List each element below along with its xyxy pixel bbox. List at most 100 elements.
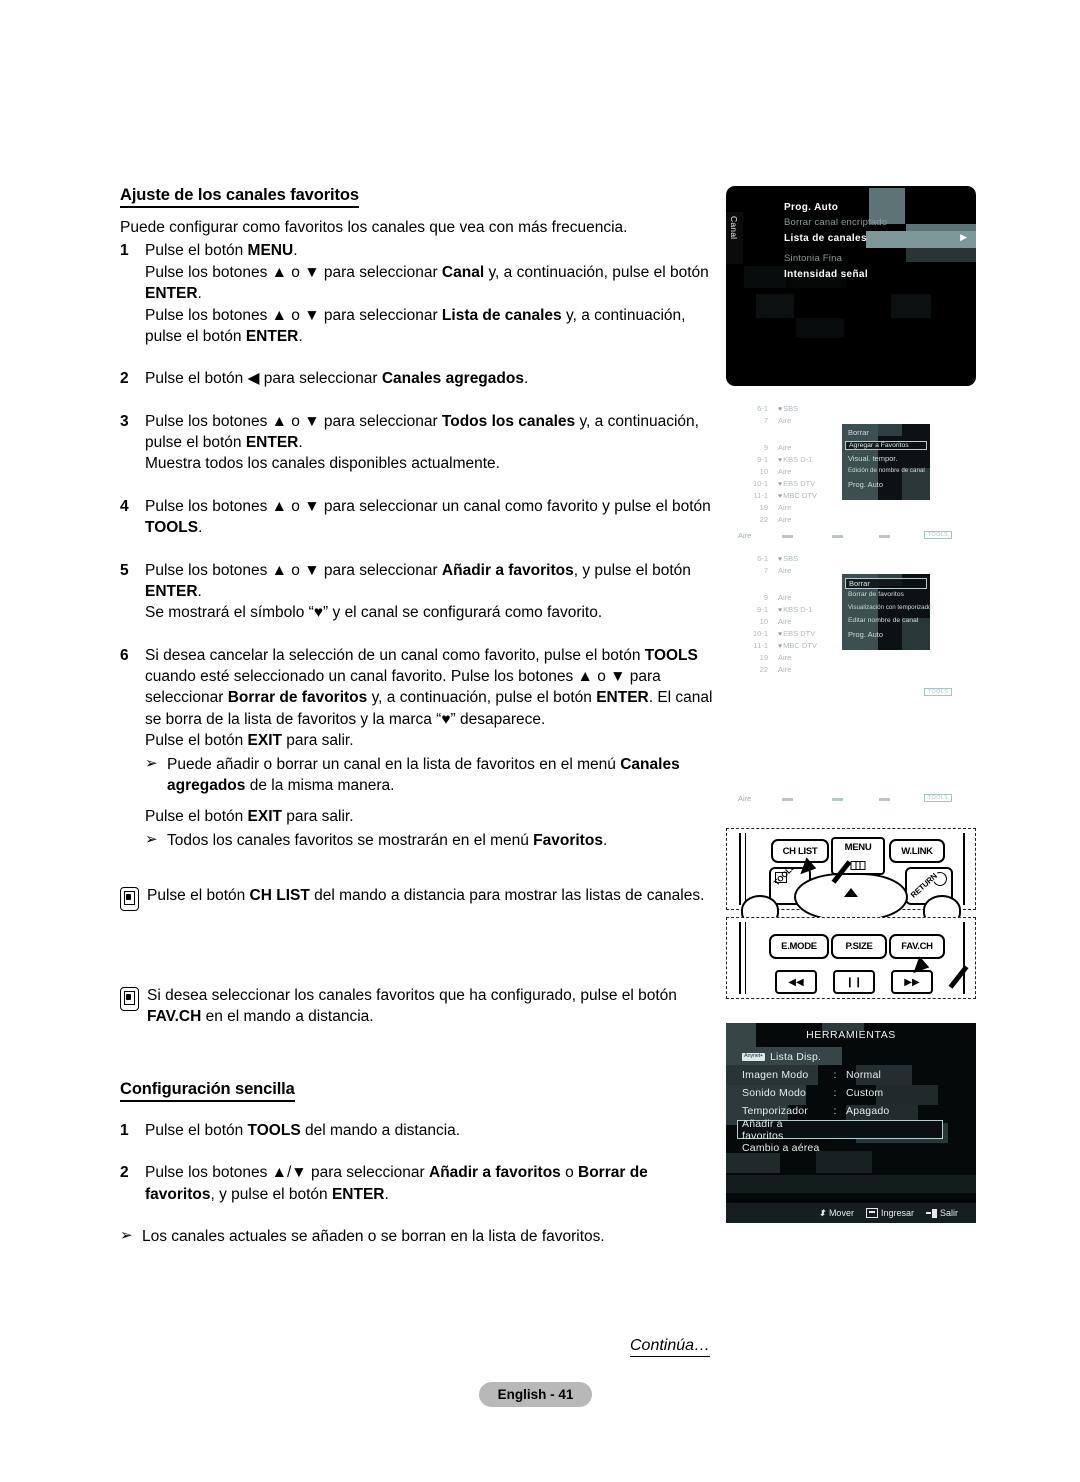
channel-number[interactable]: 6-1 <box>744 404 768 413</box>
channel-name[interactable]: ♥EBS DTV <box>778 479 815 488</box>
menu-item-borrar-canal-encriptado[interactable]: Borrar canal encriptado <box>784 217 887 228</box>
context-menu-item[interactable]: Prog. Auto <box>848 480 883 489</box>
tools-menu-item[interactable]: Cambio a aérea <box>742 1139 966 1157</box>
menu-item-intensidad-senal[interactable]: Intensidad señal <box>784 269 868 280</box>
menu-item-lista-de-canales[interactable]: Lista de canales <box>784 233 867 244</box>
step-number: 6 <box>120 646 129 664</box>
channel-number[interactable]: 19 <box>744 653 768 662</box>
remote-navigation-wheel[interactable] <box>794 873 908 921</box>
bar-source-label: Aire <box>738 531 752 540</box>
bullet-favoritos: ➢ Todos los canales favoritos se mostrará… <box>145 830 720 851</box>
favorite-heart-icon: ♥ <box>778 457 783 464</box>
tools-item-value: Apagado <box>846 1105 890 1117</box>
steps2-list: 1 Pulse el botón TOOLS del mando a distan… <box>120 1120 720 1248</box>
bullet-text: Todos los canales favoritos se mostrarán… <box>167 831 608 849</box>
bar-source-label: Aire <box>738 794 752 803</box>
channel-list-add-favorite: 6-1 ♥SBS 7 Aire 9 Aire 9-1 ♥KBS D-1 10 Aire 10-1 ♥E… <box>724 398 976 546</box>
channel-number[interactable]: 10 <box>744 467 768 476</box>
remote-button-pause[interactable]: ❙❙ <box>833 970 875 994</box>
bar-tools-button[interactable]: TOOLS <box>924 688 953 696</box>
remote-button-psize[interactable]: P.SIZE <box>831 934 887 959</box>
channel-name[interactable]: Aire <box>778 566 791 575</box>
context-menu-item[interactable]: Prog. Auto <box>848 630 883 639</box>
tv-osd-tab-canal[interactable]: Canal <box>726 212 743 264</box>
channel-name[interactable]: Aire <box>778 416 791 425</box>
channel-name[interactable]: Aire <box>778 665 791 674</box>
context-menu-item[interactable]: Agregar a Favoritos <box>845 441 927 450</box>
tools-item-colon: : <box>833 1087 837 1099</box>
channel-number[interactable]: 22 <box>744 665 768 674</box>
channel-number[interactable]: 11-1 <box>744 641 768 650</box>
channel-number[interactable]: 19 <box>744 503 768 512</box>
menu-item-sintonia-fina[interactable]: Sintonia Fina <box>784 253 842 264</box>
channel-number[interactable]: 10 <box>744 617 768 626</box>
channel-name[interactable]: Aire <box>778 617 791 626</box>
favorite-heart-icon: ♥ <box>778 607 783 614</box>
tools-item-label: Añadir a favoritos <box>742 1117 784 1142</box>
tv-osd-tab-label: Canal <box>729 216 739 240</box>
channel-name[interactable]: Aire <box>778 443 791 452</box>
favorite-heart-icon: ♥ <box>778 556 783 563</box>
tools-menu-item[interactable]: Imagen Modo: Normal <box>742 1066 966 1084</box>
step-6: 6 Si desea cancelar la selección de un ca… <box>120 645 720 752</box>
remote-button-emode[interactable]: E.MODE <box>769 934 829 959</box>
context-menu-item[interactable]: Visual. tempor. <box>848 454 897 463</box>
channel-name[interactable]: Aire <box>778 593 791 602</box>
channel-number[interactable]: 10-1 <box>744 629 768 638</box>
context-menu-item[interactable]: Borrar <box>845 578 927 589</box>
arrow-bullet-icon: ➢ <box>145 754 158 772</box>
arrow-bullet-icon: ➢ <box>120 1227 133 1245</box>
remote-button-favch[interactable]: FAV.CH <box>889 934 945 959</box>
continues-label: Continúa… <box>630 1337 711 1357</box>
note-text: Si desea seleccionar los canales favorit… <box>147 987 677 1026</box>
step-body: Pulse los botones ▲ o ▼ para seleccionar… <box>145 412 699 473</box>
channel-number[interactable]: 9-1 <box>744 455 768 464</box>
remote-button-rewind[interactable]: ◀◀ <box>775 970 817 994</box>
channel-name[interactable]: Aire <box>778 503 791 512</box>
section-lead: Puede configurar como favoritos los cana… <box>120 219 628 236</box>
context-menu-item[interactable]: Borrar de favoritos <box>848 591 904 598</box>
channel-name[interactable]: ♥KBS D-1 <box>778 605 812 614</box>
tools-menu-item[interactable]: Anynet+ Lista Disp. <box>742 1048 966 1066</box>
favorite-heart-icon: ♥ <box>778 631 783 638</box>
favorite-heart-icon: ♥ <box>778 643 783 650</box>
channel-name[interactable]: Aire <box>778 653 791 662</box>
tools-menu-item[interactable]: Añadir a favoritos <box>737 1117 943 1142</box>
channel-number[interactable]: 9 <box>744 593 768 602</box>
channel-number[interactable]: 7 <box>744 566 768 575</box>
channel-number[interactable]: 10-1 <box>744 479 768 488</box>
tools-menu-item[interactable]: Sonido Modo: Custom <box>742 1084 966 1102</box>
channel-name[interactable]: Aire <box>778 515 791 524</box>
step-3: 3 Pulse los botones ▲ o ▼ para selecciona… <box>120 411 720 475</box>
bullet-text: Puede añadir o borrar un canal en la lis… <box>167 755 680 794</box>
enter-icon <box>865 1208 878 1218</box>
bar-tools-button[interactable]: TOOLS <box>924 531 953 539</box>
channel-name[interactable]: ♥KBS D-1 <box>778 455 812 464</box>
bar-tools-button[interactable]: TOOLS <box>924 794 953 802</box>
channel-name[interactable]: ♥SBS <box>778 554 798 563</box>
footer-ingresar: Ingresar <box>865 1208 914 1218</box>
channel-number[interactable]: 11-1 <box>744 491 768 500</box>
channel-number[interactable]: 22 <box>744 515 768 524</box>
channel-number[interactable]: 7 <box>744 416 768 425</box>
channel-name[interactable]: ♥MBC DTV <box>778 641 817 650</box>
channel-name[interactable]: ♥MBC DTV <box>778 491 817 500</box>
context-menu-item[interactable]: Editar nombre de canal <box>848 617 918 624</box>
channel-number[interactable]: 9-1 <box>744 605 768 614</box>
channel-name[interactable]: ♥SBS <box>778 404 798 413</box>
context-menu-item[interactable]: Borrar <box>848 428 869 437</box>
context-menu-item[interactable]: Visualización con temporizador <box>848 604 934 611</box>
menu-item-prog-auto[interactable]: Prog. Auto <box>784 202 838 213</box>
channel-name[interactable]: ♥EBS DTV <box>778 629 815 638</box>
channel-number[interactable]: 9 <box>744 443 768 452</box>
favorite-heart-icon: ♥ <box>778 493 783 500</box>
context-menu-item[interactable]: Edición de nombre de canal <box>848 467 925 474</box>
remote-button-wlink[interactable]: W.LINK <box>889 839 945 863</box>
channel-name[interactable]: Aire <box>778 467 791 476</box>
remote-diagram-favch: E.MODE P.SIZE FAV.CH ◀◀ ❙❙ ▶▶ <box>726 917 976 999</box>
remote-button-ch-list[interactable]: CH LIST <box>771 839 829 863</box>
section2-title: Configuración sencilla <box>120 1080 295 1102</box>
wheel-up-icon <box>844 888 858 897</box>
tools-osd-list: Anynet+ Lista Disp. Imagen Modo: Normal Soni… <box>737 1048 966 1157</box>
channel-number[interactable]: 6-1 <box>744 554 768 563</box>
